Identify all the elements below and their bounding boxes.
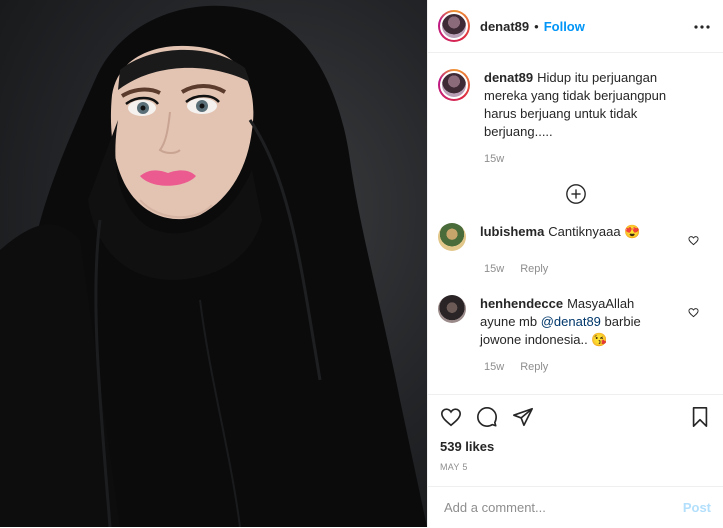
comment-meta: 15w Reply [484, 361, 713, 373]
likes-count[interactable]: 539 likes [440, 439, 711, 454]
comment-time[interactable]: 15w [484, 361, 504, 373]
post-header: denat89 • Follow [428, 0, 723, 53]
caption-meta: 15w [484, 153, 713, 165]
post-photo[interactable] [0, 0, 427, 527]
plus-circle-icon[interactable] [565, 183, 587, 205]
share-paper-plane-icon[interactable] [512, 406, 534, 428]
separator-dot: • [534, 18, 539, 34]
add-comment-bar: Post [428, 486, 723, 528]
post-side-panel: denat89 • Follow denat89 Hidup itu perjua… [427, 0, 723, 527]
reply-button[interactable]: Reply [520, 361, 548, 373]
emoji-heart-eyes: 😍 [624, 224, 641, 239]
commenter-username[interactable]: lubishema [480, 224, 544, 239]
photo-illustration [0, 5, 427, 527]
commenter-avatar[interactable] [438, 295, 466, 323]
mention-link[interactable]: @denat89 [541, 314, 601, 329]
reply-button[interactable]: Reply [520, 263, 548, 275]
post-date[interactable]: MAY 5 [440, 462, 711, 472]
owner-avatar[interactable] [438, 10, 470, 42]
caption-avatar[interactable] [438, 69, 470, 101]
comment-time[interactable]: 15w [484, 263, 504, 275]
comment-input[interactable] [442, 499, 683, 516]
comment-item: lubishema Cantiknyaaa 😍 [438, 223, 713, 251]
owner-username[interactable]: denat89 [480, 19, 529, 34]
comment-item: henhendecce MasyaAllah ayune mb @denat89 … [438, 295, 713, 349]
comments-list: denat89 Hidup itu perjuangan mereka yang … [428, 53, 723, 373]
post-actions: 539 likes MAY 5 [428, 394, 723, 472]
instagram-post-view: denat89 • Follow denat89 Hidup itu perjua… [0, 0, 723, 527]
like-heart-icon[interactable] [440, 406, 462, 428]
comment-body: Cantiknyaaa [548, 224, 621, 239]
follow-button[interactable]: Follow [544, 19, 585, 34]
comment-text: lubishema Cantiknyaaa 😍 [480, 223, 670, 241]
comment-meta: 15w Reply [484, 263, 713, 275]
action-icons [440, 405, 711, 429]
caption: denat89 Hidup itu perjuangan mereka yang … [438, 69, 713, 141]
caption-time[interactable]: 15w [484, 153, 504, 165]
load-more-comments-button[interactable] [438, 183, 713, 205]
commenter-avatar[interactable] [438, 223, 466, 251]
ellipsis-icon[interactable] [693, 17, 711, 35]
commenter-username[interactable]: henhendecce [480, 296, 563, 311]
caption-text: denat89 Hidup itu perjuangan mereka yang … [484, 69, 674, 141]
comment-bubble-icon[interactable] [476, 406, 498, 428]
emoji-kiss: 😘 [591, 332, 608, 347]
caption-username[interactable]: denat89 [484, 70, 533, 85]
like-comment-heart-icon[interactable] [688, 233, 699, 246]
post-comment-button[interactable]: Post [683, 500, 711, 515]
like-comment-heart-icon[interactable] [688, 305, 699, 318]
comment-text: henhendecce MasyaAllah ayune mb @denat89 … [480, 295, 670, 349]
save-bookmark-icon[interactable] [689, 406, 711, 428]
